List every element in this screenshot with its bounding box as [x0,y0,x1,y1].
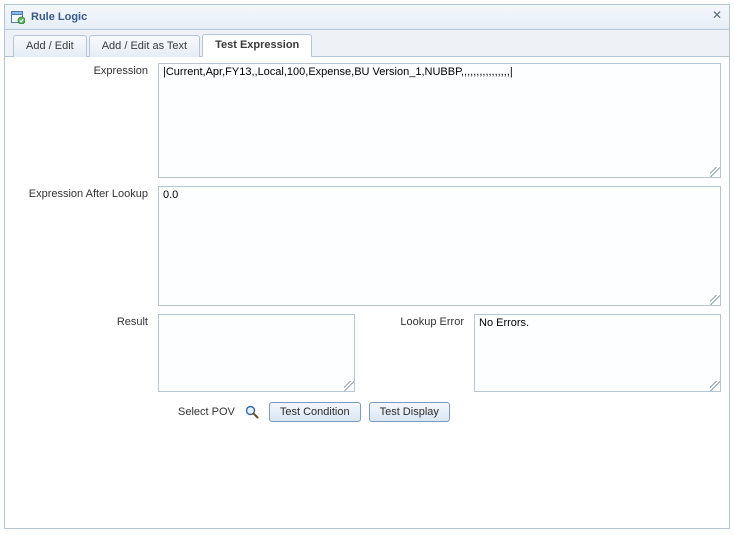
expression-after-lookup-textarea[interactable] [158,186,721,306]
expression-after-lookup-label: Expression After Lookup [13,186,158,306]
lookup-error-textarea[interactable] [474,314,721,392]
lookup-error-label: Lookup Error [379,314,474,392]
rule-logic-dialog: Rule Logic ✕ Add / Edit Add / Edit as Te… [4,4,730,529]
result-label: Result [13,314,158,392]
dialog-title: Rule Logic [31,11,87,23]
result-textarea[interactable] [158,314,355,392]
tab-test-expression[interactable]: Test Expression [202,34,312,57]
test-display-button[interactable]: Test Display [369,402,450,422]
select-pov-label: Select POV [178,406,235,418]
tab-add-edit[interactable]: Add / Edit [13,35,87,57]
tab-strip: Add / Edit Add / Edit as Text Test Expre… [5,30,729,57]
search-icon[interactable] [243,403,261,421]
close-icon[interactable]: ✕ [711,9,723,21]
tab-add-edit-as-text[interactable]: Add / Edit as Text [89,35,200,57]
action-row: Select POV Test Condition Test Display [13,402,721,422]
expression-label: Expression [13,63,158,178]
test-condition-button[interactable]: Test Condition [269,402,361,422]
dialog-header: Rule Logic ✕ [5,5,729,30]
tab-body-test-expression: Expression Expression After Lookup Resul… [13,63,721,520]
expression-textarea[interactable] [158,63,721,178]
dialog-icon [11,10,25,24]
